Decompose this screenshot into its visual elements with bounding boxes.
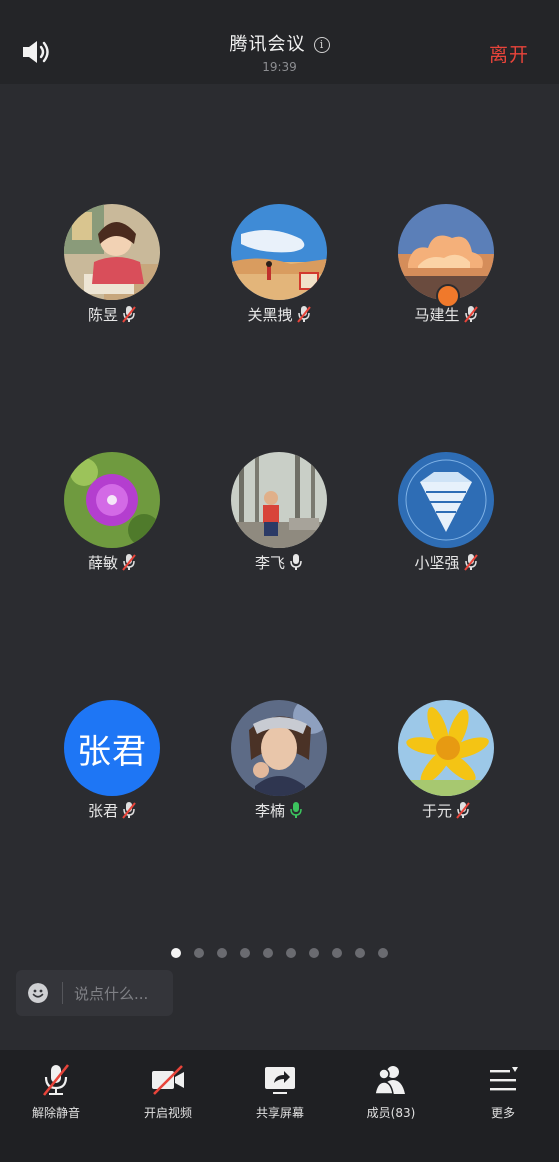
mic-muted-icon [122, 554, 136, 571]
participant-name: 马建生 [414, 306, 460, 324]
participant-tile[interactable]: 李楠 [189, 700, 369, 840]
page-dot-5[interactable] [263, 948, 273, 958]
chat-placeholder: 说点什么... [74, 985, 149, 1003]
participant-name: 张君 [87, 802, 118, 820]
avatar [231, 204, 327, 300]
meeting-title-block: 腾讯会议 i 19:39 [0, 30, 559, 74]
participant-name-row: 张君 [22, 800, 202, 821]
participant-name-row: 马建生 [356, 304, 536, 325]
chat-input[interactable]: 说点什么... [16, 970, 173, 1016]
participant-name-row: 于元 [356, 800, 536, 821]
avatar [64, 452, 160, 548]
participant-name-row: 李楠 [189, 800, 369, 821]
participant-tile[interactable]: 张君 张君 [22, 700, 202, 840]
avatar [231, 452, 327, 548]
participant-name-row: 小坚强 [356, 552, 536, 573]
start-video-button[interactable]: 开启视频 [118, 1062, 218, 1121]
purple-flower-photo [64, 452, 160, 548]
participant-name: 李楠 [254, 802, 285, 820]
share-screen-label: 共享屏幕 [255, 1106, 304, 1120]
more-label: 更多 [490, 1106, 515, 1120]
unmute-label: 解除静音 [31, 1106, 80, 1120]
mic-off-icon [42, 1064, 70, 1096]
bottom-toolbar: 解除静音 开启视频 共享屏幕 成员(83) 更多 [0, 1050, 559, 1162]
meeting-time: 19:39 [262, 60, 297, 74]
participant-name-row: 陈昱 [22, 304, 202, 325]
participant-tile[interactable]: 马建生 [356, 204, 536, 344]
mic-muted-icon [296, 306, 311, 323]
members-icon [374, 1066, 405, 1095]
participant-name-row: 李飞 [189, 552, 369, 573]
participant-name-row: 关黑拽 [189, 304, 369, 325]
avatar [231, 700, 327, 796]
start-video-label: 开启视频 [143, 1106, 192, 1120]
participant-tile[interactable]: 于元 [356, 700, 536, 840]
participant-tile[interactable]: 小坚强 [356, 452, 536, 592]
page-indicator [0, 948, 559, 958]
participant-name: 陈昱 [87, 306, 118, 324]
top-bar: 腾讯会议 i 19:39 离开 [0, 0, 559, 84]
page-dot-6[interactable] [286, 948, 296, 958]
avatar-text: 张君 [77, 731, 147, 772]
page-dot-7[interactable] [309, 948, 319, 958]
participant-name: 薛敏 [87, 554, 118, 572]
mic-muted-icon [456, 802, 470, 819]
unmute-button[interactable]: 解除静音 [6, 1062, 106, 1121]
painted-portrait [231, 700, 327, 796]
page-dot-9[interactable] [355, 948, 365, 958]
participant-name: 李飞 [254, 554, 285, 572]
participant-tile[interactable]: 李飞 [189, 452, 369, 592]
sunflower-photo [398, 700, 494, 796]
mic-speaking-icon [290, 802, 302, 818]
page-dot-1[interactable] [171, 948, 181, 958]
info-icon[interactable]: i [313, 37, 330, 53]
child-park-photo [231, 452, 327, 548]
page-dot-2[interactable] [194, 948, 204, 958]
meeting-title: 腾讯会议 [229, 34, 306, 55]
avatar [398, 452, 494, 548]
chat-divider [62, 982, 63, 1004]
page-dot-10[interactable] [378, 948, 388, 958]
leave-button[interactable]: 离开 [489, 40, 529, 67]
avatar: 张君 [64, 700, 160, 796]
anime-girl-photo [64, 204, 160, 300]
page-dot-3[interactable] [217, 948, 227, 958]
video-off-icon [152, 1065, 184, 1095]
participant-tile[interactable]: 薛敏 [22, 452, 202, 592]
avatar [64, 204, 160, 300]
mic-muted-icon [463, 554, 478, 571]
participant-tile[interactable]: 陈昱 [22, 204, 202, 344]
participant-tile[interactable]: 关黑拽 [189, 204, 369, 344]
page-dot-8[interactable] [332, 948, 342, 958]
page-dot-4[interactable] [240, 948, 250, 958]
desert-sky-photo [231, 204, 327, 300]
emoji-icon[interactable] [28, 983, 48, 1003]
mic-muted-icon [122, 802, 136, 819]
participant-name: 关黑拽 [247, 306, 293, 324]
blue-diamond-graphic [398, 452, 494, 548]
participant-name-row: 薛敏 [22, 552, 202, 573]
share-screen-icon [265, 1067, 295, 1094]
avatar [398, 700, 494, 796]
participant-name: 于元 [421, 802, 452, 820]
share-screen-button[interactable]: 共享屏幕 [230, 1062, 330, 1121]
more-button[interactable]: 更多 [453, 1062, 553, 1121]
mic-muted-icon [122, 306, 136, 323]
mic-muted-icon [463, 306, 478, 323]
members-button[interactable]: 成员(83) [341, 1062, 441, 1121]
more-menu-icon [490, 1067, 518, 1091]
members-label: 成员(83) [366, 1106, 416, 1120]
mic-on-icon [290, 554, 302, 570]
participant-name: 小坚强 [414, 554, 460, 572]
